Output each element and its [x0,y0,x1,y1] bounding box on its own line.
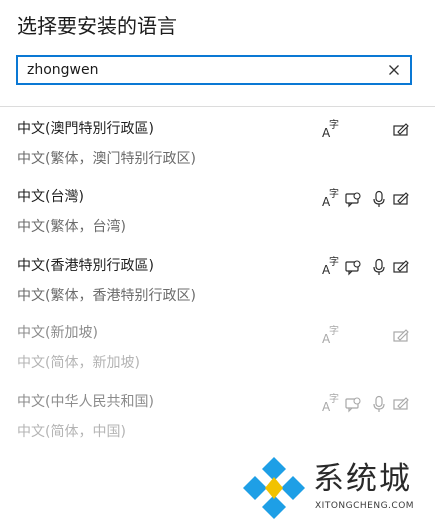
font-icon: A字 [322,257,339,277]
watermark-url: XITONGCHENG.COM [315,501,415,511]
mic-icon [370,258,388,276]
search-box[interactable]: zhongwen [16,55,412,85]
language-name: 中文(台灣) [17,189,84,205]
handwriting-icon [392,327,410,345]
language-name: 中文(香港特別行政區) [17,258,154,274]
mic-icon [370,395,388,413]
dialog-title: 选择要安装的语言 [17,14,177,38]
clear-icon[interactable] [384,60,404,80]
mic-icon [370,190,388,208]
language-desc: 中文(简体，新加坡) [17,355,140,371]
divider [0,106,435,107]
language-desc: 中文(简体，中国) [17,424,126,440]
handwriting-icon [392,395,410,413]
speech-icon [344,190,362,208]
language-desc: 中文(繁体，澳门特别行政区) [17,151,196,167]
language-item[interactable]: 中文(新加坡) 中文(简体，新加坡) A字 [0,322,435,384]
language-name: 中文(澳門特別行政區) [17,121,154,137]
language-item[interactable]: 中文(台灣) 中文(繁体，台湾) A字 [0,186,435,248]
language-item[interactable]: 中文(香港特別行政區) 中文(繁体，香港特别行政区) A字 [0,255,435,317]
watermark-text: 系统城 [313,461,412,497]
language-name: 中文(新加坡) [17,325,98,341]
language-name: 中文(中华人民共和国) [17,394,154,410]
handwriting-icon [392,258,410,276]
language-desc: 中文(繁体，香港特别行政区) [17,288,196,304]
speech-icon [344,395,362,413]
watermark: 系统城 XITONGCHENG.COM [241,451,431,521]
font-icon: A字 [322,394,339,414]
language-item[interactable]: 中文(中华人民共和国) 中文(简体，中国) A字 [0,391,435,453]
speech-icon [344,258,362,276]
logo-icon [241,455,307,521]
search-input[interactable]: zhongwen [27,62,98,78]
font-icon: A字 [322,120,339,140]
language-item[interactable]: 中文(澳門特別行政區) 中文(繁体，澳门特别行政区) A字 [0,118,435,180]
font-icon: A字 [322,326,339,346]
handwriting-icon [392,190,410,208]
language-desc: 中文(繁体，台湾) [17,219,126,235]
font-icon: A字 [322,189,339,209]
handwriting-icon [392,121,410,139]
